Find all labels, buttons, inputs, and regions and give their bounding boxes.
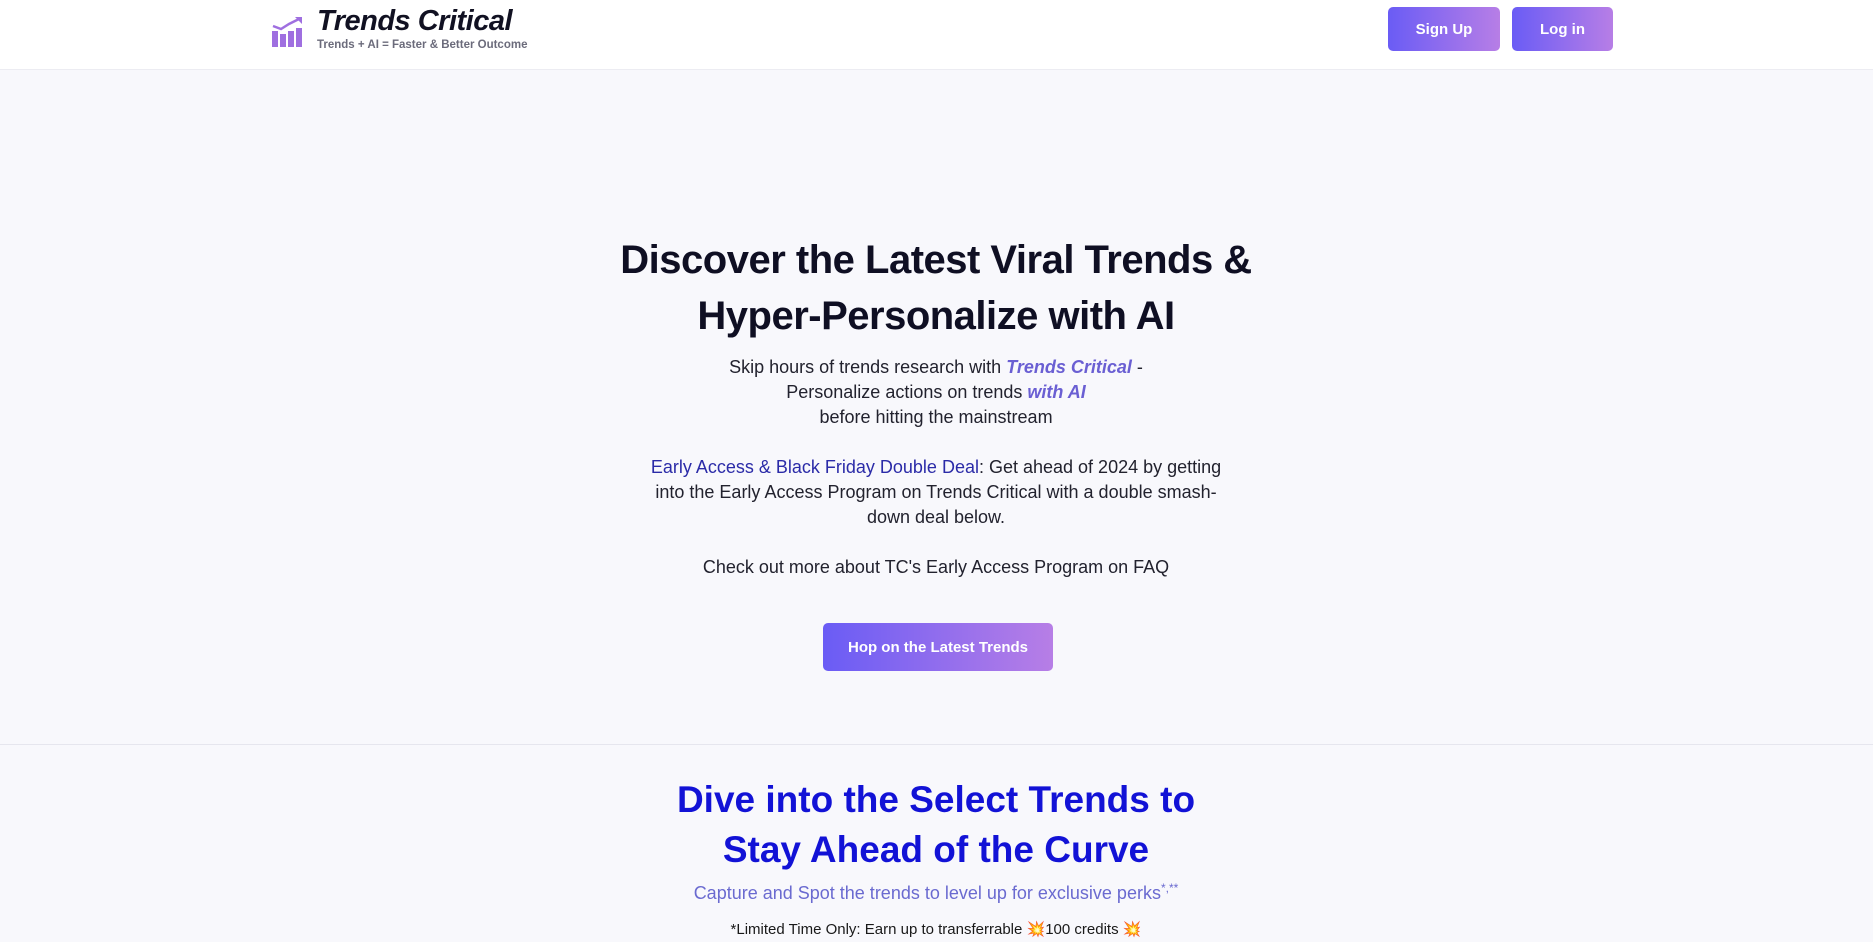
hop-on-latest-trends-button[interactable]: Hop on the Latest Trends — [823, 623, 1053, 671]
section-subtitle-text: Capture and Spot the trends to level up … — [693, 883, 1161, 903]
hero-title: Discover the Latest Viral Trends & Hyper… — [536, 232, 1336, 344]
hero-intro-paragraph: Skip hours of trends research with Trend… — [636, 355, 1236, 430]
section-title-line2: Stay Ahead of the Curve — [722, 829, 1150, 870]
section-title-line1: Dive into the Select Trends to — [676, 779, 1196, 820]
brand-highlight: Trends Critical — [1006, 357, 1132, 377]
brand-text: Trends Critical Trends + AI = Faster & B… — [317, 6, 527, 52]
log-in-button[interactable]: Log in — [1512, 7, 1613, 51]
explosion-icon-2: 💥 — [1122, 921, 1142, 938]
section-title: Dive into the Select Trends to Stay Ahea… — [536, 775, 1336, 875]
brand-tagline: Trends + AI = Faster & Better Outcome — [317, 39, 528, 51]
hero-description: Skip hours of trends research with Trend… — [636, 355, 1236, 605]
hero-title-line1: Discover the Latest Viral Trends & — [620, 238, 1252, 282]
limited-time-notice: *Limited Time Only: Earn up to transferr… — [536, 920, 1336, 940]
hero-title-line2: Hyper-Personalize with AI — [697, 294, 1175, 338]
section-divider — [0, 744, 1873, 745]
credits-text: 100 credits — [1045, 921, 1123, 938]
faq-paragraph: Check out more about TC's Early Access P… — [702, 557, 1170, 577]
section-subtitle: Capture and Spot the trends to level up … — [536, 876, 1336, 905]
sign-up-button[interactable]: Sign Up — [1388, 7, 1500, 51]
intro-text-2: Personalize actions on trends — [786, 382, 1028, 402]
subtitle-footnote-marker: *,** — [1160, 881, 1179, 895]
bar-chart-trend-icon — [272, 17, 302, 47]
deal-label: Early Access & Black Friday Double Deal — [650, 457, 979, 477]
intro-text-3: before hitting the mainstream — [819, 407, 1053, 427]
intro-text: Skip hours of trends research with — [729, 357, 1007, 377]
intro-dash: - — [1131, 357, 1143, 377]
brand-name: Trends Critical — [317, 5, 513, 37]
brand[interactable]: Trends Critical Trends + AI = Faster & B… — [271, 6, 527, 52]
deal-paragraph: Early Access & Black Friday Double Deal:… — [636, 455, 1236, 530]
explosion-icon: 💥 — [1026, 921, 1046, 938]
ai-highlight: with AI — [1027, 382, 1086, 402]
limited-text: *Limited Time Only: Earn up to transferr… — [730, 921, 1027, 938]
top-navigation-bar: Trends Critical Trends + AI = Faster & B… — [0, 0, 1873, 70]
